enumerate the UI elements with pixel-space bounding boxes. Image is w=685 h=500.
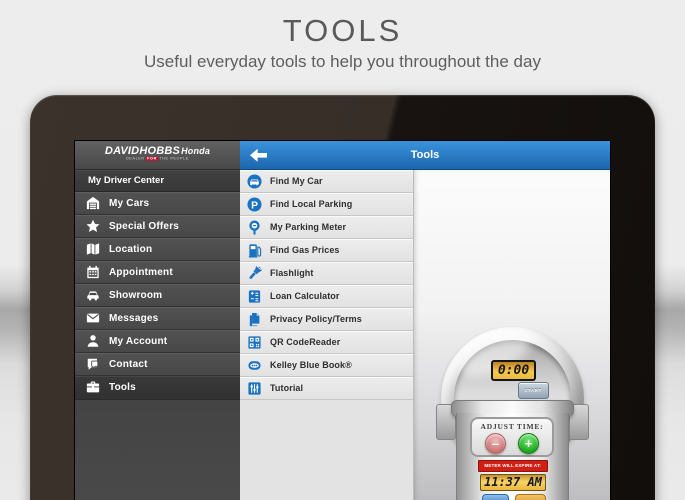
sidebar-item-messages[interactable]: Messages xyxy=(75,307,240,330)
page-title: TOOLS xyxy=(282,13,403,48)
calendar-icon xyxy=(85,265,100,280)
document-icon xyxy=(246,311,262,327)
meter-plus-button[interactable]: + xyxy=(518,433,539,454)
briefcase-icon xyxy=(85,380,100,395)
tablet-device: DAVIDHOBBSHonda DEALER FOR THE PEOPLE My D… xyxy=(30,95,655,500)
parking-meter-icon xyxy=(246,219,262,235)
map-icon xyxy=(85,242,100,257)
tool-item-find-local-parking[interactable]: P Find Local Parking xyxy=(240,193,413,216)
meter-start-button[interactable]: START xyxy=(518,382,549,399)
sidebar-item-showroom[interactable]: Showroom xyxy=(75,284,240,307)
sidebar-item-special-offers[interactable]: Special Offers xyxy=(75,215,240,238)
tool-item-tutorial[interactable]: Tutorial xyxy=(240,377,413,400)
page-subtitle: Useful everyday tools to help you throug… xyxy=(144,52,541,71)
sidebar-item-my-account[interactable]: My Account xyxy=(75,330,240,353)
toolbar-title: Tools xyxy=(410,149,440,161)
sidebar-item-location[interactable]: Location xyxy=(75,238,240,261)
content-body: Find My Car P Find Local Parking My Park… xyxy=(240,170,610,500)
parking-meter-panel: 0:00 START ADJUST TIME: – + METER WILL E… xyxy=(413,170,610,500)
envelope-icon xyxy=(85,311,100,326)
person-icon xyxy=(85,334,100,349)
parking-icon: P xyxy=(246,196,262,212)
dealer-tagline: DEALER FOR THE PEOPLE xyxy=(126,157,189,161)
sidebar-section-header: My Driver Center xyxy=(75,170,240,192)
hero-header: TOOLS Useful everyday tools to help you … xyxy=(0,0,685,72)
meter-minus-button[interactable]: – xyxy=(485,433,506,454)
dealer-logo: DAVIDHOBBSHonda DEALER FOR THE PEOPLE xyxy=(75,141,240,170)
tool-item-loan-calculator[interactable]: Loan Calculator xyxy=(240,285,413,308)
tool-item-privacy-policy[interactable]: Privacy Policy/Terms xyxy=(240,308,413,331)
calculator-icon xyxy=(246,288,262,304)
blue-book-icon xyxy=(246,357,262,373)
tool-item-qr-codereader[interactable]: QR CodeReader xyxy=(240,331,413,354)
sidebar: DAVIDHOBBSHonda DEALER FOR THE PEOPLE My D… xyxy=(75,141,240,500)
sidebar-item-contact[interactable]: Contact xyxy=(75,353,240,376)
tool-item-flashlight[interactable]: Flashlight xyxy=(240,262,413,285)
adjust-time-panel: ADJUST TIME: – + xyxy=(470,417,554,457)
parking-meter-graphic: 0:00 START ADJUST TIME: – + METER WILL E… xyxy=(414,170,610,500)
tool-item-find-gas-prices[interactable]: Find Gas Prices xyxy=(240,239,413,262)
meter-blue-button[interactable] xyxy=(482,494,509,500)
dealer-logo-text: DAVIDHOBBSHonda xyxy=(104,145,211,157)
gas-pump-icon xyxy=(246,242,262,258)
qr-code-icon xyxy=(246,334,262,350)
sidebar-item-tools[interactable]: Tools xyxy=(75,376,240,399)
sidebar-item-appointment[interactable]: Appointment xyxy=(75,261,240,284)
sidebar-item-my-cars[interactable]: My Cars xyxy=(75,192,240,215)
sliders-icon xyxy=(246,380,262,396)
main-content: Tools Find My Car P Find Local Parking M… xyxy=(240,141,610,500)
flashlight-icon xyxy=(246,265,262,281)
sidebar-footer xyxy=(75,399,240,500)
app-screen: DAVIDHOBBSHonda DEALER FOR THE PEOPLE My D… xyxy=(74,140,611,500)
svg-text:P: P xyxy=(251,200,258,211)
tool-item-find-my-car[interactable]: Find My Car xyxy=(240,170,413,193)
garage-icon xyxy=(85,196,100,211)
tool-item-my-parking-meter[interactable]: My Parking Meter xyxy=(240,216,413,239)
meter-time-display: 0:00 xyxy=(491,360,536,381)
car-icon xyxy=(85,288,100,303)
find-my-car-icon xyxy=(246,173,262,189)
star-icon xyxy=(85,219,100,234)
tools-toolbar: Tools xyxy=(240,141,610,170)
tools-list: Find My Car P Find Local Parking My Park… xyxy=(240,170,413,500)
expire-time-display: 11:37 AM xyxy=(480,474,546,491)
meter-orange-button[interactable] xyxy=(515,494,546,500)
expire-banner: METER WILL EXPIRE AT: xyxy=(478,460,548,472)
tool-item-kelley-blue-book[interactable]: Kelley Blue Book® xyxy=(240,354,413,377)
adjust-time-label: ADJUST TIME: xyxy=(480,422,544,431)
contact-card-icon xyxy=(85,357,100,372)
